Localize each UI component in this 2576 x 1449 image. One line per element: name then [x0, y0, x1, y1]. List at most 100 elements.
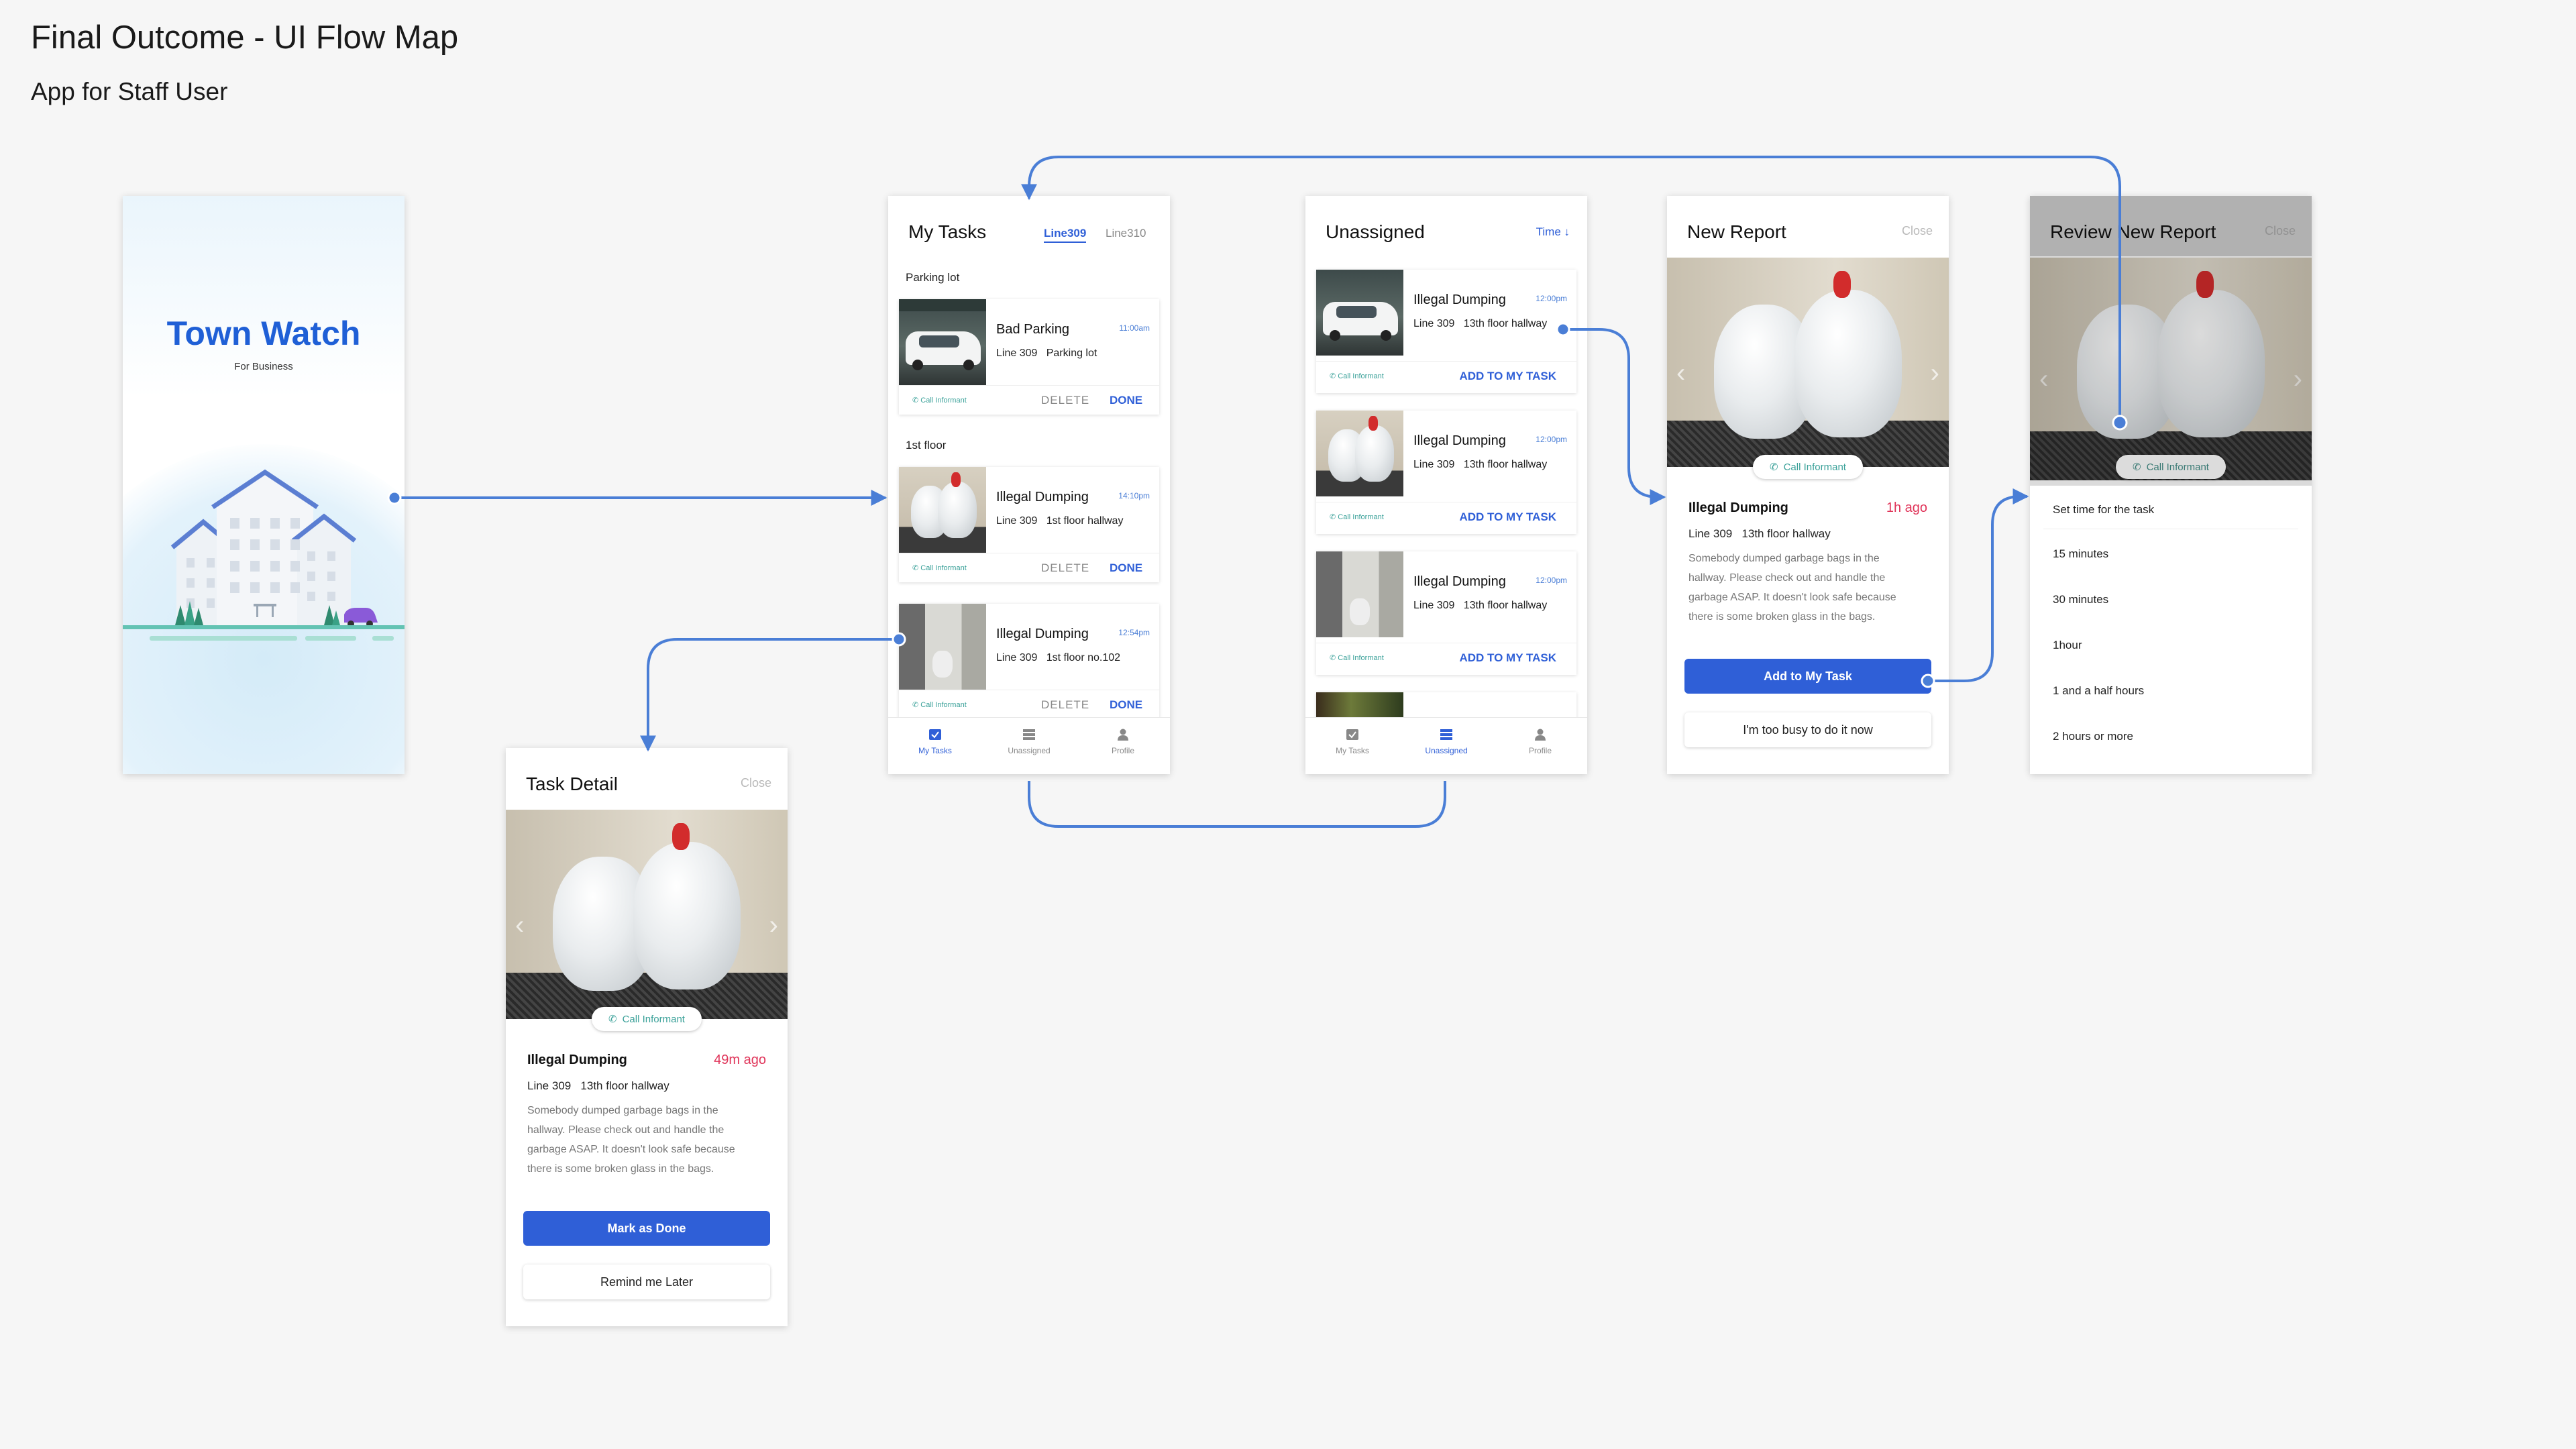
delete-button[interactable]: DELETE [1041, 698, 1089, 712]
car-photo [1316, 270, 1403, 356]
done-button[interactable]: DONE [1110, 561, 1142, 575]
tab-profile[interactable]: Profile [1500, 729, 1580, 755]
task-title: Illegal Dumping [996, 490, 1089, 504]
tab-unassigned[interactable]: Unassigned [1406, 729, 1487, 755]
add-to-my-task-button[interactable]: ADD TO MY TASK [1459, 370, 1556, 383]
call-informant-link[interactable]: ✆ Call Informant [1330, 372, 1384, 380]
report-place: 13th floor hallway [1463, 318, 1548, 329]
call-informant-label: Call Informant [2146, 461, 2209, 473]
time-option[interactable]: 15 minutes [2053, 547, 2108, 561]
report-line: Line 309 [1413, 600, 1455, 611]
unassigned-header: Unassigned Time ↓ [1305, 196, 1587, 256]
time-option[interactable]: 2 hours or more [2053, 730, 2133, 743]
task-card[interactable]: Illegal Dumping 12:54pm Line 309 1st flo… [899, 604, 1159, 719]
task-time: 14:10pm [1118, 491, 1150, 500]
call-informant-label: Call Informant [622, 1013, 685, 1025]
time-option[interactable]: 1hour [2053, 639, 2082, 652]
report-line: Line 309 [1413, 318, 1455, 329]
tab-label: Profile [1111, 746, 1134, 755]
task-place: 13th floor hallway [580, 1079, 669, 1092]
chevron-left-icon[interactable]: ‹ [1676, 358, 1685, 388]
call-informant-button[interactable]: ✆ Call Informant [592, 1007, 702, 1031]
report-location: Line 309 13th floor hallway [1413, 318, 1547, 330]
task-location: Line 309 13th floor hallway [527, 1079, 669, 1093]
report-time: 12:00pm [1536, 294, 1567, 303]
new-report-title: New Report [1687, 221, 1786, 242]
page-title: Final Outcome - UI Flow Map [31, 19, 459, 56]
unassigned-card[interactable]: Illegal Dumping 12:00pm Line 309 13th fl… [1316, 270, 1576, 393]
my-tasks-screen: My Tasks Line309 Line310 Parking lot Bad… [888, 196, 1170, 774]
task-photo[interactable]: ‹ › [506, 810, 788, 1019]
task-line: Line 309 [527, 1079, 572, 1092]
call-informant-link[interactable]: ✆ Call Informant [1330, 653, 1384, 662]
tab-profile[interactable]: Profile [1083, 729, 1163, 755]
time-bottom-sheet: Set time for the task 15 minutes 30 minu… [2030, 486, 2312, 774]
brand-tagline: For Business [234, 361, 293, 372]
call-informant-link[interactable]: ✆ Call Informant [912, 396, 967, 405]
my-tasks-header: My Tasks Line309 Line310 [888, 196, 1170, 256]
call-informant-label: Call Informant [920, 701, 967, 709]
delete-button[interactable]: DELETE [1041, 561, 1089, 575]
tab-label: Unassigned [1425, 746, 1468, 755]
section-label: Parking lot [906, 271, 960, 284]
time-option[interactable]: 30 minutes [2053, 593, 2108, 606]
phone-icon: ✆ [1330, 513, 1336, 521]
task-card[interactable]: Illegal Dumping 14:10pm Line 309 1st flo… [899, 467, 1159, 582]
sort-time-button[interactable]: Time ↓ [1536, 225, 1570, 239]
report-photo[interactable]: ‹ › [1667, 258, 1949, 467]
task-time: 11:00am [1119, 323, 1150, 333]
task-card-footer: ✆ Call Informant DELETE DONE [899, 690, 1159, 720]
too-busy-button[interactable]: I'm too busy to do it now [1684, 712, 1931, 747]
unassigned-card[interactable]: Illegal Dumping 12:00pm Line 309 13th fl… [1316, 551, 1576, 675]
checkbox-icon [1346, 729, 1358, 740]
close-button[interactable]: Close [741, 776, 771, 790]
section-label: 1st floor [906, 439, 947, 451]
person-icon [1118, 729, 1128, 741]
task-place: 1st floor no.102 [1046, 652, 1121, 663]
report-description: Somebody dumped garbage bags in the hall… [1688, 549, 1896, 627]
mark-as-done-button[interactable]: Mark as Done [523, 1211, 770, 1246]
add-to-my-task-button[interactable]: ADD TO MY TASK [1459, 651, 1556, 665]
task-detail-title: Task Detail [526, 773, 618, 794]
call-informant-link[interactable]: ✆ Call Informant [1330, 513, 1384, 521]
tab-my-tasks[interactable]: My Tasks [1312, 729, 1393, 755]
close-button[interactable]: Close [1902, 224, 1933, 238]
call-informant-button[interactable]: ✆ Call Informant [1753, 455, 1863, 479]
time-option[interactable]: 1 and a half hours [2053, 684, 2144, 698]
chevron-left-icon[interactable]: ‹ [515, 910, 524, 941]
call-informant-label: Call Informant [1338, 513, 1384, 521]
remind-later-button[interactable]: Remind me Later [523, 1265, 770, 1299]
unassigned-card[interactable]: Illegal Dumping 12:00pm Line 309 13th fl… [1316, 411, 1576, 534]
unassigned-card-footer: ✆ Call Informant ADD TO MY TASK [1316, 361, 1576, 391]
phone-icon: ✆ [608, 1014, 617, 1025]
city-illustration [123, 469, 405, 641]
description-line: hallway. Please check out and handle the [1688, 572, 1886, 584]
task-card[interactable]: Bad Parking 11:00am Line 309 Parking lot… [899, 299, 1159, 415]
tab-line310[interactable]: Line310 [1106, 227, 1146, 240]
task-title: Illegal Dumping [527, 1053, 627, 1067]
add-to-my-task-button[interactable]: ADD TO MY TASK [1459, 511, 1556, 524]
tab-unassigned[interactable]: Unassigned [989, 729, 1069, 755]
new-report-header: New Report Close [1667, 196, 1949, 256]
tab-my-tasks[interactable]: My Tasks [895, 729, 975, 755]
done-button[interactable]: DONE [1110, 394, 1142, 407]
add-to-my-task-button[interactable]: Add to My Task [1684, 659, 1931, 694]
report-location: Line 309 13th floor hallway [1413, 459, 1547, 471]
call-informant-link[interactable]: ✆ Call Informant [912, 700, 967, 709]
connector-tasks-unassigned-loop [1028, 781, 1446, 828]
description-line: garbage ASAP. It doesn't look safe becau… [527, 1144, 735, 1155]
list-icon [1440, 729, 1452, 740]
done-button[interactable]: DONE [1110, 698, 1142, 712]
tab-line309[interactable]: Line309 [1044, 227, 1087, 243]
call-informant-label: Call Informant [1338, 654, 1384, 662]
phone-icon: ✆ [1330, 654, 1336, 662]
report-line: Line 309 [1413, 459, 1455, 470]
call-informant-link[interactable]: ✆ Call Informant [912, 564, 967, 572]
chevron-right-icon[interactable]: › [769, 910, 778, 941]
phone-icon: ✆ [912, 701, 919, 709]
bottom-tab-bar: My Tasks Unassigned Profile [1305, 717, 1587, 774]
chevron-right-icon[interactable]: › [1931, 358, 1939, 388]
brand-logo: Town Watch [166, 315, 361, 352]
report-place: 13th floor hallway [1463, 600, 1548, 611]
delete-button[interactable]: DELETE [1041, 394, 1089, 407]
